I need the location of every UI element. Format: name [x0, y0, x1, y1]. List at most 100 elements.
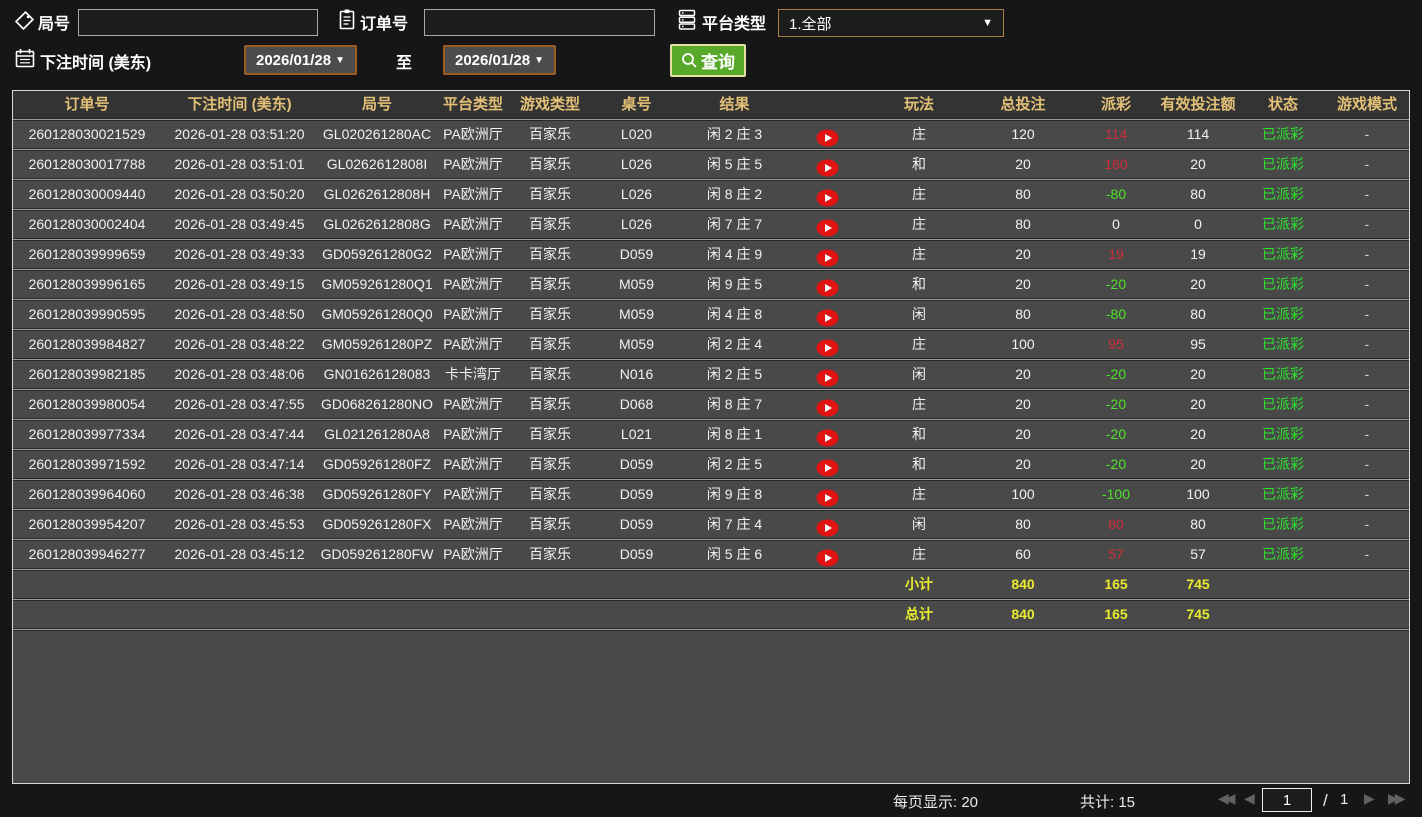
header-cell-play-type: 玩法	[868, 91, 970, 118]
cell-table-no: M059	[590, 331, 683, 358]
cell-video	[786, 481, 868, 508]
subtotal-row-cell-result	[683, 571, 786, 598]
order-number-input[interactable]	[424, 9, 655, 36]
table-row: 2601280300215292026-01-28 03:51:20GL0202…	[13, 121, 1409, 148]
calendar-icon	[14, 47, 36, 74]
last-page-icon[interactable]: ▶▶	[1388, 790, 1402, 807]
cell-play-type: 和	[868, 451, 970, 478]
header-cell-status: 状态	[1240, 91, 1326, 118]
play-video-icon[interactable]	[816, 279, 839, 297]
cell-status: 已派彩	[1240, 181, 1326, 208]
round-number-input[interactable]	[78, 9, 318, 36]
header-cell-game-type: 游戏类型	[510, 91, 590, 118]
cell-payout: -20	[1076, 391, 1156, 418]
cell-platform: PA欧洲厅	[436, 331, 510, 358]
date-range-to-label: 至	[396, 49, 412, 73]
cell-order-id: 260128030017788	[13, 151, 161, 178]
cell-table-no: L026	[590, 181, 683, 208]
cell-game-type: 百家乐	[510, 511, 590, 538]
cell-order-id: 260128039996165	[13, 271, 161, 298]
cell-round-id: GD068261280NO	[318, 391, 436, 418]
cell-bet-time: 2026-01-28 03:45:12	[161, 541, 318, 568]
cell-platform: PA欧洲厅	[436, 241, 510, 268]
play-video-icon[interactable]	[816, 189, 839, 207]
prev-page-icon[interactable]: ◀	[1244, 790, 1255, 807]
play-video-icon[interactable]	[816, 159, 839, 177]
cell-table-no: L026	[590, 151, 683, 178]
platform-type-select[interactable]: 1.全部 ▼	[778, 9, 1004, 37]
play-video-icon[interactable]	[816, 369, 839, 387]
cell-payout: 114	[1076, 121, 1156, 148]
date-to-value: 2026/01/28	[455, 52, 530, 69]
date-from-picker[interactable]: 2026/01/28 ▼	[244, 45, 357, 75]
cell-status: 已派彩	[1240, 151, 1326, 178]
header-cell-game-mode: 游戏模式	[1326, 91, 1408, 118]
play-video-icon[interactable]	[816, 249, 839, 267]
subtotal-row-cell-game-mode	[1326, 571, 1408, 598]
play-video-icon[interactable]	[816, 399, 839, 417]
grand-total-row-cell-bet-total: 840	[970, 601, 1076, 628]
page-separator: /	[1323, 791, 1328, 811]
play-video-icon[interactable]	[816, 489, 839, 507]
cell-table-no: D059	[590, 241, 683, 268]
order-number-label: 订单号	[360, 10, 408, 34]
header-cell-platform: 平台类型	[436, 91, 510, 118]
date-from-value: 2026/01/28	[256, 52, 331, 69]
cell-game-mode: -	[1326, 511, 1408, 538]
table-row: 2601280399821852026-01-28 03:48:06GN0162…	[13, 361, 1409, 388]
cell-play-type: 庄	[868, 541, 970, 568]
cell-game-mode: -	[1326, 361, 1408, 388]
play-video-icon[interactable]	[816, 129, 839, 147]
subtotal-row-cell-platform	[436, 571, 510, 598]
cell-bet-time: 2026-01-28 03:45:53	[161, 511, 318, 538]
cell-play-type: 和	[868, 151, 970, 178]
cell-bet-time: 2026-01-28 03:49:15	[161, 271, 318, 298]
cell-result: 闲 9 庄 5	[683, 271, 786, 298]
cell-bet-time: 2026-01-28 03:48:22	[161, 331, 318, 358]
header-cell-round-id: 局号	[318, 91, 436, 118]
query-button[interactable]: 查询	[670, 44, 746, 77]
play-video-icon[interactable]	[816, 339, 839, 357]
cell-bet-time: 2026-01-28 03:48:50	[161, 301, 318, 328]
cell-game-mode: -	[1326, 331, 1408, 358]
play-video-icon[interactable]	[816, 519, 839, 537]
play-video-icon[interactable]	[816, 459, 839, 477]
cell-status: 已派彩	[1240, 241, 1326, 268]
cell-valid-bet: 19	[1156, 241, 1240, 268]
cell-bet-total: 120	[970, 121, 1076, 148]
cell-order-id: 260128039990595	[13, 301, 161, 328]
first-page-icon[interactable]: ◀◀	[1218, 790, 1232, 807]
cell-play-type: 庄	[868, 331, 970, 358]
cell-platform: PA欧洲厅	[436, 481, 510, 508]
cell-result: 闲 4 庄 9	[683, 241, 786, 268]
cell-table-no: N016	[590, 361, 683, 388]
play-video-icon[interactable]	[816, 309, 839, 327]
grand-total-row-cell-video	[786, 601, 868, 628]
date-to-picker[interactable]: 2026/01/28 ▼	[443, 45, 556, 75]
cell-status: 已派彩	[1240, 511, 1326, 538]
cell-game-type: 百家乐	[510, 361, 590, 388]
cell-order-id: 260128030009440	[13, 181, 161, 208]
cell-game-type: 百家乐	[510, 151, 590, 178]
subtotal-row-cell-round-id	[318, 571, 436, 598]
per-page-label: 每页显示: 20	[893, 791, 978, 812]
cell-valid-bet: 100	[1156, 481, 1240, 508]
cell-result: 闲 5 庄 5	[683, 151, 786, 178]
cell-status: 已派彩	[1240, 271, 1326, 298]
cell-platform: PA欧洲厅	[436, 541, 510, 568]
cell-bet-total: 100	[970, 481, 1076, 508]
cell-table-no: L020	[590, 121, 683, 148]
next-page-icon[interactable]: ▶	[1364, 790, 1375, 807]
cell-valid-bet: 20	[1156, 361, 1240, 388]
header-cell-payout: 派彩	[1076, 91, 1156, 118]
play-video-icon[interactable]	[816, 549, 839, 567]
play-video-icon[interactable]	[816, 429, 839, 447]
cell-video	[786, 181, 868, 208]
cell-payout: -100	[1076, 481, 1156, 508]
play-video-icon[interactable]	[816, 219, 839, 237]
clipboard-icon	[337, 8, 357, 36]
table-header-row: 订单号下注时间 (美东)局号平台类型游戏类型桌号结果玩法总投注派彩有效投注额状态…	[13, 91, 1409, 118]
grand-total-row-cell-platform	[436, 601, 510, 628]
cell-game-type: 百家乐	[510, 481, 590, 508]
page-number-input[interactable]	[1262, 788, 1312, 812]
